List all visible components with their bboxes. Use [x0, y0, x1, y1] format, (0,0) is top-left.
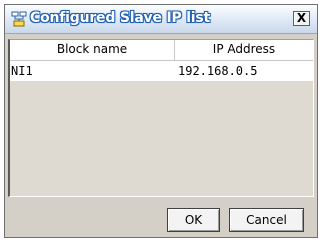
window-title: Configured Slave IP list: [30, 10, 211, 26]
slave-ip-table: Block name IP Address NI1 192.168.0.5: [8, 39, 314, 197]
block-name-cell: NI1: [11, 64, 33, 78]
title-bar[interactable]: Configured Slave IP list X: [5, 5, 317, 34]
network-app-icon: [11, 11, 27, 27]
ok-button[interactable]: OK: [167, 208, 220, 232]
close-button[interactable]: X: [293, 11, 310, 26]
column-header-ip-address[interactable]: IP Address: [175, 40, 313, 60]
dialog-button-bar: OK Cancel: [5, 200, 317, 237]
ip-address-cell: 192.168.0.5: [178, 64, 258, 78]
close-icon: X: [296, 11, 307, 25]
cancel-button[interactable]: Cancel: [229, 208, 304, 232]
slave-ip-list-dialog: Configured Slave IP list X Block name IP…: [4, 4, 318, 238]
table-header: Block name IP Address: [10, 40, 313, 61]
column-header-block-name[interactable]: Block name: [10, 40, 175, 60]
table-row[interactable]: NI1 192.168.0.5: [10, 61, 313, 81]
